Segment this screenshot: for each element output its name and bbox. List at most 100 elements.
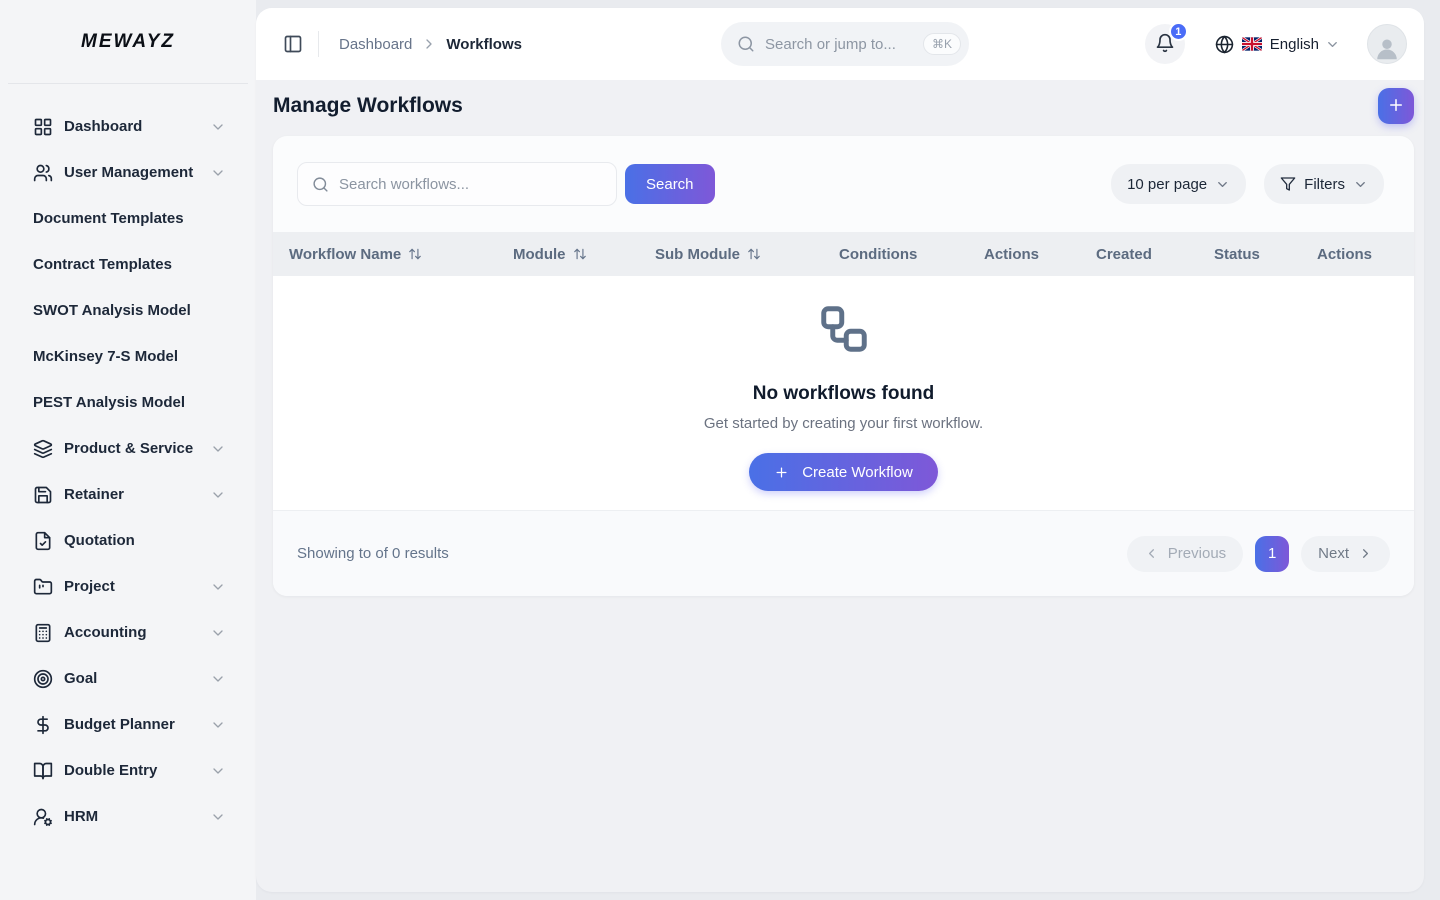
sort-icon (747, 247, 761, 261)
sidebar-item-label: Quotation (64, 531, 135, 551)
sidebar-item-mckinsey-7-s-model[interactable]: McKinsey 7-S Model (0, 334, 256, 380)
user-avatar[interactable] (1367, 24, 1407, 64)
content-area: Manage Workflows Search (256, 80, 1424, 892)
chevron-down-icon (210, 625, 226, 641)
column-header-sub-module[interactable]: Sub Module (655, 246, 839, 263)
table-footer: Showing to of 0 results Previous 1 Next (273, 510, 1414, 596)
panel-left-icon (283, 34, 303, 54)
breadcrumb-dashboard[interactable]: Dashboard (339, 36, 412, 53)
column-header-workflow-name[interactable]: Workflow Name (289, 246, 513, 263)
sidebar-item-label: Budget Planner (64, 715, 175, 735)
empty-state-title: No workflows found (273, 383, 1414, 405)
sidebar-item-label: SWOT Analysis Model (33, 301, 191, 321)
sort-icon (408, 247, 422, 261)
sidebar-item-label: Contract Templates (33, 255, 172, 275)
column-header-actions: Actions (984, 246, 1096, 263)
sidebar-item-label: User Management (64, 163, 193, 183)
plus-icon (1387, 96, 1405, 117)
page-head: Manage Workflows (273, 86, 1414, 136)
search-icon (737, 35, 755, 53)
sidebar-item-label: Retainer (64, 485, 124, 505)
column-label: Sub Module (655, 246, 740, 263)
sidebar-item-label: Dashboard (64, 117, 142, 137)
filter-icon (1280, 176, 1296, 192)
layers-icon (33, 439, 53, 459)
chevron-down-icon (1215, 177, 1230, 192)
sidebar-item-project[interactable]: Project (0, 564, 256, 610)
sidebar-toggle-button[interactable] (283, 34, 303, 54)
notification-count-badge: 1 (1169, 22, 1188, 41)
uk-flag-icon (1242, 37, 1262, 51)
sort-icon (573, 247, 587, 261)
topbar-left: Dashboard Workflows (283, 31, 721, 57)
add-workflow-button[interactable] (1378, 88, 1414, 124)
empty-state: No workflows found Get started by creati… (273, 276, 1414, 510)
sidebar-item-label: Document Templates (33, 209, 184, 229)
notifications-button[interactable]: 1 (1145, 24, 1185, 64)
column-header-module[interactable]: Module (513, 246, 655, 263)
workflow-icon (817, 302, 871, 356)
sidebar-item-document-templates[interactable]: Document Templates (0, 196, 256, 242)
column-label: Workflow Name (289, 246, 401, 263)
sidebar-item-user-management[interactable]: User Management (0, 150, 256, 196)
sidebar-item-contract-templates[interactable]: Contract Templates (0, 242, 256, 288)
per-page-select[interactable]: 10 per page (1111, 164, 1246, 204)
workflows-toolbar: Search 10 per page Filters (273, 136, 1414, 232)
topbar-right: 1 English (1145, 24, 1407, 64)
next-page-button[interactable]: Next (1301, 536, 1390, 572)
chevron-down-icon (210, 579, 226, 595)
search-button[interactable]: Search (625, 164, 715, 204)
page-number-button[interactable]: 1 (1255, 536, 1289, 572)
topbar: Dashboard Workflows ⌘K 1 (256, 8, 1424, 80)
file-check-icon (33, 531, 53, 551)
table-header-row: Workflow NameModuleSub ModuleConditionsA… (273, 232, 1414, 276)
column-label: Actions (984, 246, 1039, 263)
sidebar-item-accounting[interactable]: Accounting (0, 610, 256, 656)
sidebar-item-label: HRM (64, 807, 98, 827)
filters-button[interactable]: Filters (1264, 164, 1384, 204)
sidebar-item-hrm[interactable]: HRM (0, 794, 256, 840)
sidebar-item-quotation[interactable]: Quotation (0, 518, 256, 564)
brand-logo: MEWAYZ (81, 31, 175, 53)
language-label: English (1270, 36, 1319, 53)
global-search-input[interactable] (765, 36, 913, 53)
previous-page-button[interactable]: Previous (1127, 536, 1243, 572)
brand-logo-area: MEWAYZ (8, 0, 248, 84)
sidebar-item-label: McKinsey 7-S Model (33, 347, 178, 367)
column-label: Module (513, 246, 566, 263)
sidebar-item-label: Project (64, 577, 115, 597)
sidebar-item-budget-planner[interactable]: Budget Planner (0, 702, 256, 748)
pagination: Previous 1 Next (1127, 536, 1390, 572)
chevron-down-icon (210, 441, 226, 457)
sidebar-item-pest-analysis-model[interactable]: PEST Analysis Model (0, 380, 256, 426)
chevron-right-icon (421, 36, 437, 52)
create-workflow-button[interactable]: Create Workflow (749, 453, 938, 491)
results-summary: Showing to of 0 results (297, 545, 449, 562)
chevron-down-icon (210, 671, 226, 687)
sidebar-item-swot-analysis-model[interactable]: SWOT Analysis Model (0, 288, 256, 334)
toolbar-right: 10 per page Filters (1111, 164, 1384, 204)
search-icon (312, 176, 329, 193)
main-container: Dashboard Workflows ⌘K 1 (256, 8, 1424, 892)
sidebar-item-product-service[interactable]: Product & Service (0, 426, 256, 472)
column-header-conditions: Conditions (839, 246, 984, 263)
sidebar-item-label: Accounting (64, 623, 147, 643)
sidebar-item-label: Goal (64, 669, 97, 689)
workflow-search-input[interactable] (339, 176, 602, 193)
sidebar-item-goal[interactable]: Goal (0, 656, 256, 702)
workflow-search[interactable] (297, 162, 617, 206)
sidebar-item-double-entry[interactable]: Double Entry (0, 748, 256, 794)
column-label: Actions (1317, 246, 1372, 263)
global-search[interactable]: ⌘K (721, 22, 969, 66)
calculator-icon (33, 623, 53, 643)
sidebar-item-retainer[interactable]: Retainer (0, 472, 256, 518)
sidebar-item-dashboard[interactable]: Dashboard (0, 104, 256, 150)
filters-label: Filters (1304, 176, 1345, 193)
chevron-down-icon (210, 487, 226, 503)
sidebar-nav: Dashboard User Management Document Templat… (0, 84, 256, 900)
language-selector[interactable]: English (1215, 35, 1340, 54)
sidebar-item-label: PEST Analysis Model (33, 393, 185, 413)
column-header-status: Status (1214, 246, 1317, 263)
column-header-created: Created (1096, 246, 1214, 263)
globe-icon (1215, 35, 1234, 54)
